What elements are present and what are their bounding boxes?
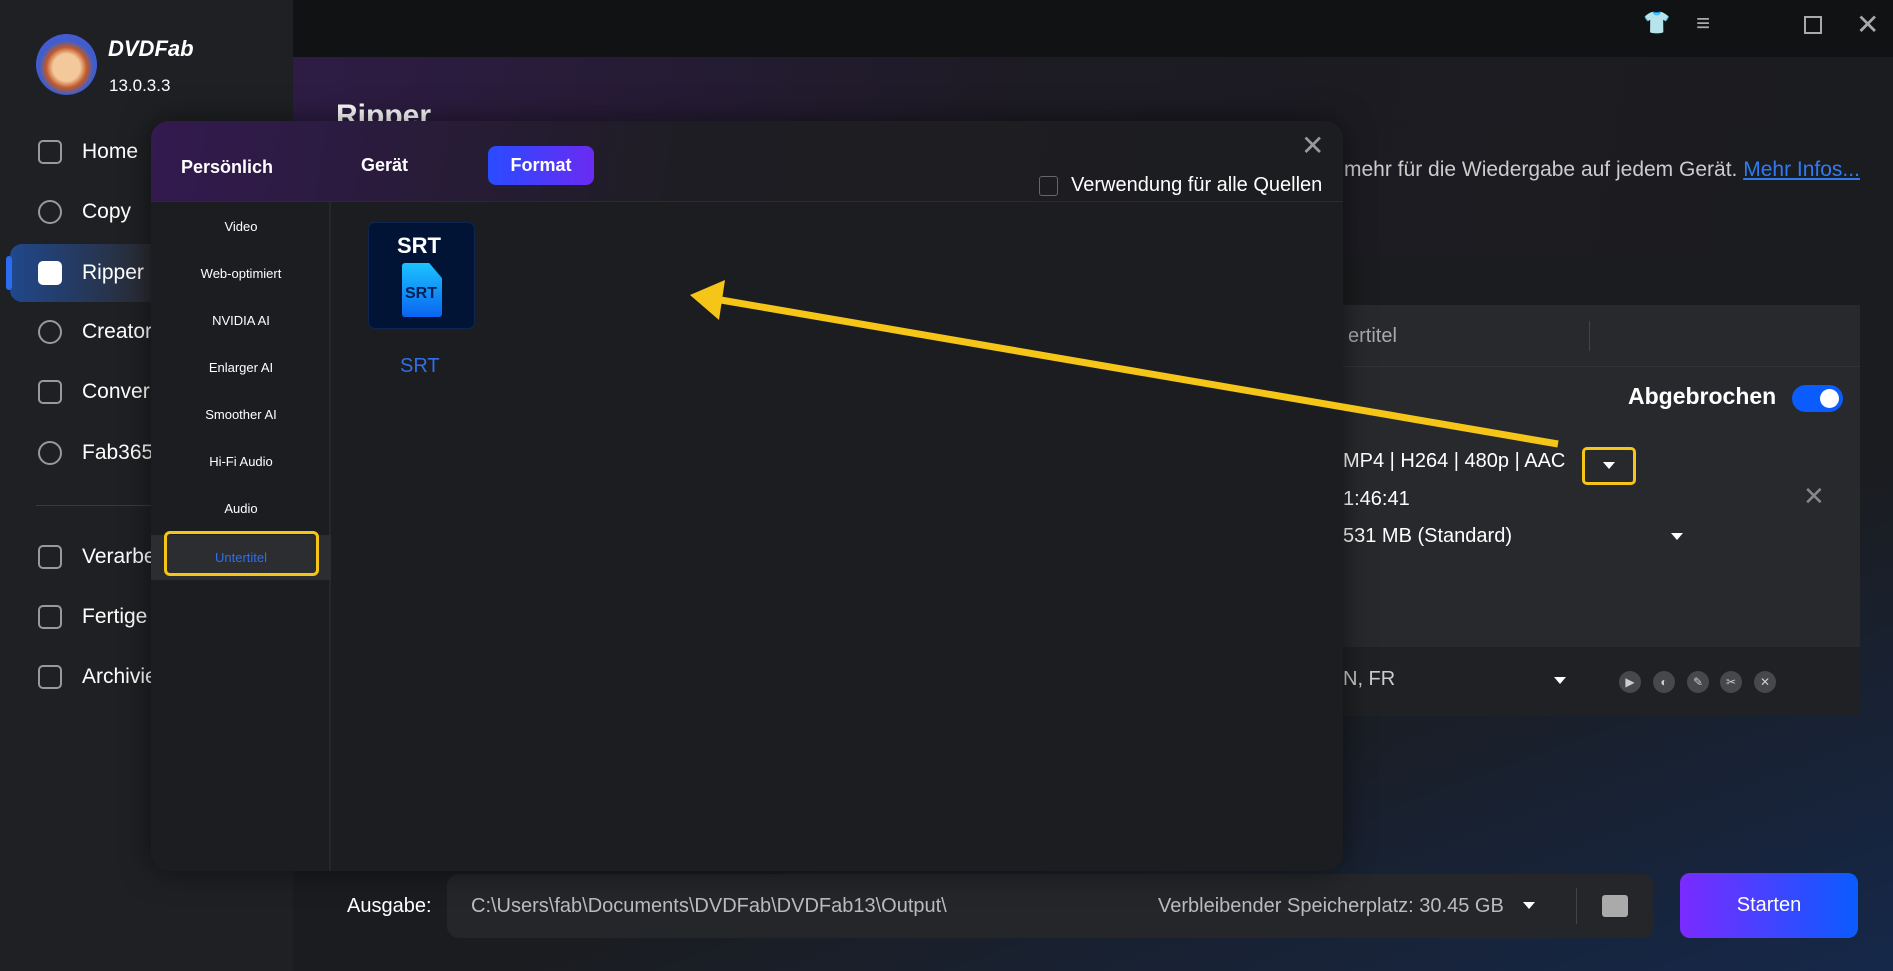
annotation-arrow — [690, 280, 1559, 448]
arrow-head — [690, 280, 725, 320]
arrow-line — [714, 295, 1559, 448]
